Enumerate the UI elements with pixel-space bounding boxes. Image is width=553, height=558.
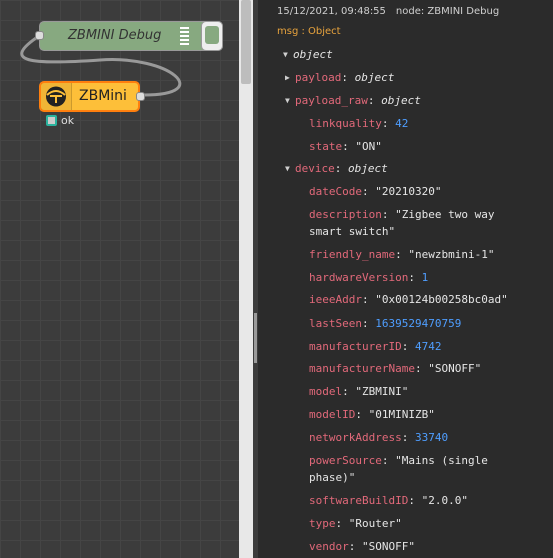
tree-key: softwareBuildID (309, 494, 409, 507)
tree-row-ieee-addr[interactable]: ieeeAddr: "0x00124b00258bc0ad" (309, 292, 508, 308)
zbmini-node-label: ZBMini (79, 88, 127, 104)
tree-row-manufacturer-name[interactable]: manufacturerName: "SONOFF" (309, 361, 481, 377)
tree-row-power-source-cont: phase)" (309, 470, 355, 486)
tree-row-last-seen[interactable]: lastSeen: 1639529470759 (309, 316, 461, 332)
tree-row-linkquality[interactable]: linkquality: 42 (309, 116, 408, 132)
tree-key: payload_raw (295, 94, 368, 107)
tree-row-description[interactable]: description: "Zigbee two way (309, 207, 494, 223)
collapse-arrow-icon[interactable]: ▼ (285, 161, 295, 177)
tree-row-power-source[interactable]: powerSource: "Mains (single (309, 453, 488, 469)
debug-msg-type: msg : Object (277, 26, 341, 37)
tree-value: 1639529470759 (375, 317, 462, 330)
tree-row-payload[interactable]: ▶ payload: object (285, 70, 394, 86)
tree-key: linkquality (309, 117, 382, 130)
tree-value: "0x00124b00258bc0ad" (375, 293, 508, 306)
status-indicator-icon (46, 115, 57, 126)
tree-value: "newzbmini-1" (408, 248, 495, 261)
tree-key: hardwareVersion (309, 271, 409, 284)
debug-node-label: ZBMINI Debug (68, 28, 162, 43)
tree-key: payload (295, 71, 342, 84)
tree-value: "01MINIZB" (368, 408, 435, 421)
tree-value: "Mains (single (395, 454, 488, 467)
tree-value: "ZBMINI" (355, 385, 409, 398)
tree-key: type (309, 517, 336, 530)
tree-row-software-build-id[interactable]: softwareBuildID: "2.0.0" (309, 493, 468, 509)
tree-key: ieeeAddr (309, 293, 362, 306)
debug-icon (180, 27, 189, 45)
node-status: ok (46, 114, 74, 127)
tree-root-type: object (293, 48, 333, 61)
tree-row-state[interactable]: state: "ON" (309, 139, 382, 155)
tree-row-device[interactable]: ▼ device: object (285, 161, 388, 177)
status-text: ok (61, 114, 75, 127)
debug-timestamp: 15/12/2021, 09:48:55 (277, 6, 386, 17)
tree-value: "Zigbee two way (395, 208, 495, 221)
tree-key: powerSource (309, 454, 382, 467)
canvas-scrollbar[interactable] (239, 0, 253, 558)
tree-value: 1 (421, 271, 429, 284)
tree-key: manufacturerID (309, 340, 402, 353)
debug-toggle-indicator (205, 26, 219, 44)
tree-key: device (295, 162, 335, 175)
tree-key: manufacturerName (309, 362, 415, 375)
canvas-scrollbar-thumb[interactable] (241, 0, 251, 84)
tree-value: 33740 (414, 431, 449, 444)
tree-row-type[interactable]: type: "Router" (309, 516, 402, 532)
tree-row-description-cont: smart switch" (309, 224, 395, 240)
tree-value: 42 (395, 117, 409, 130)
tree-value: "SONOFF" (362, 540, 415, 553)
collapse-arrow-icon[interactable]: ▼ (285, 93, 295, 109)
debug-sidebar: 15/12/2021, 09:48:55 node: ZBMINI Debug m… (258, 0, 553, 558)
tree-key: vendor (309, 540, 349, 553)
tree-row-datecode[interactable]: dateCode: "20210320" (309, 184, 441, 200)
debug-node-link[interactable]: node: ZBMINI Debug (396, 6, 499, 17)
tree-value: 4742 (414, 340, 442, 353)
zigbee-icon (41, 83, 72, 110)
tree-row-friendly-name[interactable]: friendly_name: "newzbmini-1" (309, 247, 494, 263)
tree-row-hardware-version[interactable]: hardwareVersion: 1 (309, 270, 428, 286)
flow-canvas[interactable]: ZBMINI Debug ZBMini ok (0, 0, 239, 558)
tree-value: "SONOFF" (428, 362, 482, 375)
zbmini-node[interactable]: ZBMini (39, 81, 145, 112)
debug-node[interactable]: ZBMINI Debug (35, 21, 223, 51)
debug-toggle-button[interactable] (201, 21, 223, 51)
expand-arrow-icon[interactable]: ▶ (285, 70, 295, 86)
collapse-arrow-icon[interactable]: ▼ (283, 47, 293, 63)
tree-value: "ON" (355, 140, 382, 153)
tree-type: object (354, 71, 395, 84)
debug-message-meta: 15/12/2021, 09:48:55 node: ZBMINI Debug (277, 6, 499, 17)
tree-value: "Router" (348, 517, 402, 530)
tree-key: dateCode (309, 185, 362, 198)
tree-root-row[interactable]: ▼ object (283, 47, 333, 63)
tree-key: networkAddress (309, 431, 402, 444)
tree-value: "2.0.0" (421, 494, 468, 507)
tree-key: state (309, 140, 343, 153)
tree-value-continued: smart switch" (309, 225, 396, 238)
splitter-grip[interactable] (254, 313, 257, 363)
tree-key: description (309, 208, 382, 221)
zbmini-node-output-port[interactable] (136, 92, 145, 101)
tree-row-model-id[interactable]: modelID: "01MINIZB" (309, 407, 435, 423)
tree-value: "20210320" (375, 185, 442, 198)
tree-row-vendor[interactable]: vendor: "SONOFF" (309, 539, 415, 555)
tree-key: lastSeen (309, 317, 362, 330)
tree-value-continued: phase)" (309, 471, 356, 484)
tree-key: friendly_name (309, 248, 396, 261)
tree-key: modelID (309, 408, 356, 421)
tree-row-network-address[interactable]: networkAddress: 33740 (309, 430, 448, 446)
debug-node-input-port[interactable] (35, 31, 44, 40)
tree-type: object (381, 94, 421, 107)
tree-key: model (309, 385, 343, 398)
tree-row-payload-raw[interactable]: ▼ payload_raw: object (285, 93, 421, 109)
tree-row-model[interactable]: model: "ZBMINI" (309, 384, 408, 400)
tree-type: object (348, 162, 388, 175)
tree-row-manufacturer-id[interactable]: manufacturerID: 4742 (309, 339, 441, 355)
